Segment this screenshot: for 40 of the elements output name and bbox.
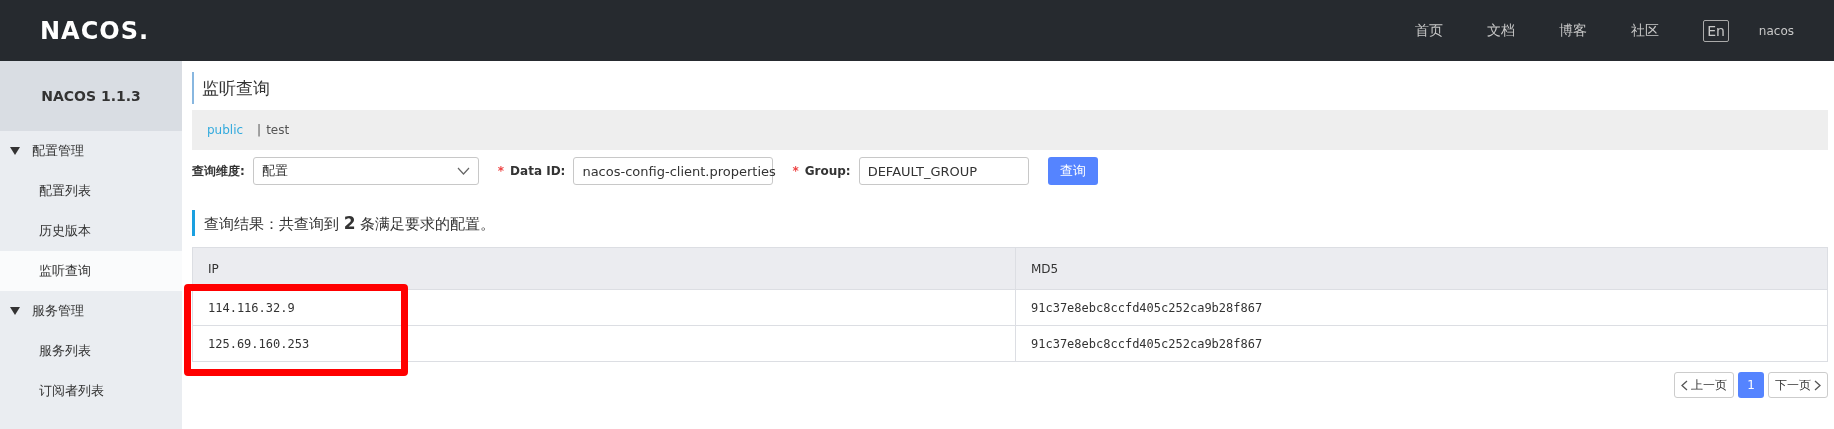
table-cell: 91c37e8ebc8ccfd405c252ca9b28f867 bbox=[1015, 325, 1828, 362]
chevron-left-icon bbox=[1681, 379, 1688, 391]
sidebar-item[interactable]: 历史版本 bbox=[0, 211, 182, 251]
nav-link[interactable]: 文档 bbox=[1487, 21, 1516, 40]
next-page-button[interactable]: 下一页 bbox=[1768, 372, 1828, 398]
field-label: Group: bbox=[804, 164, 851, 178]
sidebar-item[interactable]: 监听查询 bbox=[0, 251, 182, 291]
language-button[interactable]: En bbox=[1703, 19, 1729, 42]
result-summary: 查询结果：共查询到 2 条满足要求的配置。 bbox=[192, 210, 1828, 236]
separator: | bbox=[257, 123, 262, 137]
sidebar-section[interactable]: 配置管理 bbox=[0, 131, 182, 171]
required-mark: * bbox=[497, 164, 505, 178]
table-cell: 114.116.32.9 bbox=[192, 289, 1016, 326]
caret-down-icon bbox=[10, 147, 20, 155]
user-name[interactable]: nacos bbox=[1758, 23, 1794, 38]
sidebar-item[interactable]: 订阅者列表 bbox=[0, 371, 182, 411]
sidebar-item[interactable]: 配置列表 bbox=[0, 171, 182, 211]
dimension-select[interactable]: 配置 bbox=[252, 157, 479, 185]
page-title: 监听查询 bbox=[192, 72, 1828, 104]
column-header: IP bbox=[192, 247, 1016, 290]
prev-page-button[interactable]: 上一页 bbox=[1674, 372, 1734, 398]
column-header: MD5 bbox=[1015, 247, 1828, 290]
table-cell: 91c37e8ebc8ccfd405c252ca9b28f867 bbox=[1015, 289, 1828, 326]
sidebar-section[interactable]: 服务管理 bbox=[0, 291, 182, 331]
namespace-tab[interactable]: test bbox=[266, 123, 290, 137]
input-field[interactable]: DEFAULT_GROUP bbox=[858, 157, 1029, 185]
logo[interactable]: NACOS. bbox=[40, 16, 150, 45]
field-label: Data ID: bbox=[510, 164, 566, 178]
sidebar-title: NACOS 1.1.3 bbox=[0, 61, 182, 131]
table-cell: 125.69.160.253 bbox=[192, 325, 1016, 362]
field-label: 查询维度: bbox=[192, 162, 245, 180]
required-mark: * bbox=[792, 164, 799, 178]
chevron-down-icon bbox=[456, 167, 470, 175]
input-field[interactable]: nacos-config-client.properties bbox=[573, 157, 774, 185]
chevron-right-icon bbox=[1814, 379, 1821, 391]
nav-link[interactable]: 博客 bbox=[1559, 21, 1588, 40]
nav-link[interactable]: 社区 bbox=[1631, 21, 1660, 40]
caret-down-icon bbox=[10, 307, 20, 315]
nav-link[interactable]: 首页 bbox=[1415, 21, 1444, 40]
sidebar-item[interactable]: 服务列表 bbox=[0, 331, 182, 371]
